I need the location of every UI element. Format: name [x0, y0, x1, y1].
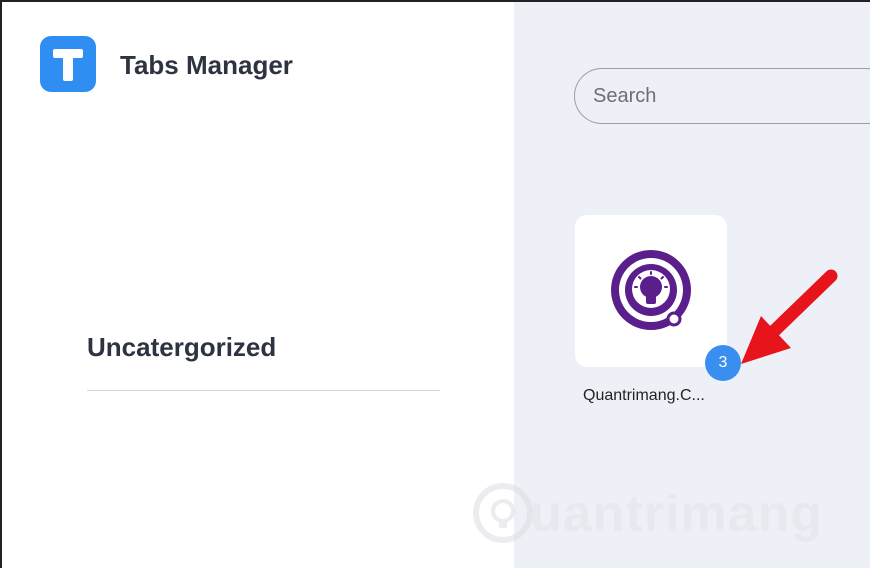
app-window: Tabs Manager Uncatergorized Search 3 Qua… — [0, 0, 870, 568]
search-input[interactable] — [593, 84, 870, 108]
group-divider — [87, 390, 440, 391]
tabs-manager-logo-icon — [40, 36, 96, 92]
search-box[interactable] — [574, 68, 870, 124]
red-arrow-icon — [741, 269, 838, 364]
tab-group-label[interactable]: Quantrimang.C... — [583, 387, 743, 405]
app-title: Tabs Manager — [120, 50, 293, 80]
group-title-uncategorized[interactable]: Uncatergorized — [87, 332, 276, 363]
watermark: uantrimang — [470, 470, 822, 560]
tab-group-card[interactable] — [575, 215, 727, 367]
lightbulb-icon — [473, 483, 533, 543]
lightbulb-icon — [611, 250, 691, 330]
sidebar: Tabs Manager Uncatergorized — [2, 2, 514, 568]
watermark-text: uantrimang — [530, 485, 824, 543]
